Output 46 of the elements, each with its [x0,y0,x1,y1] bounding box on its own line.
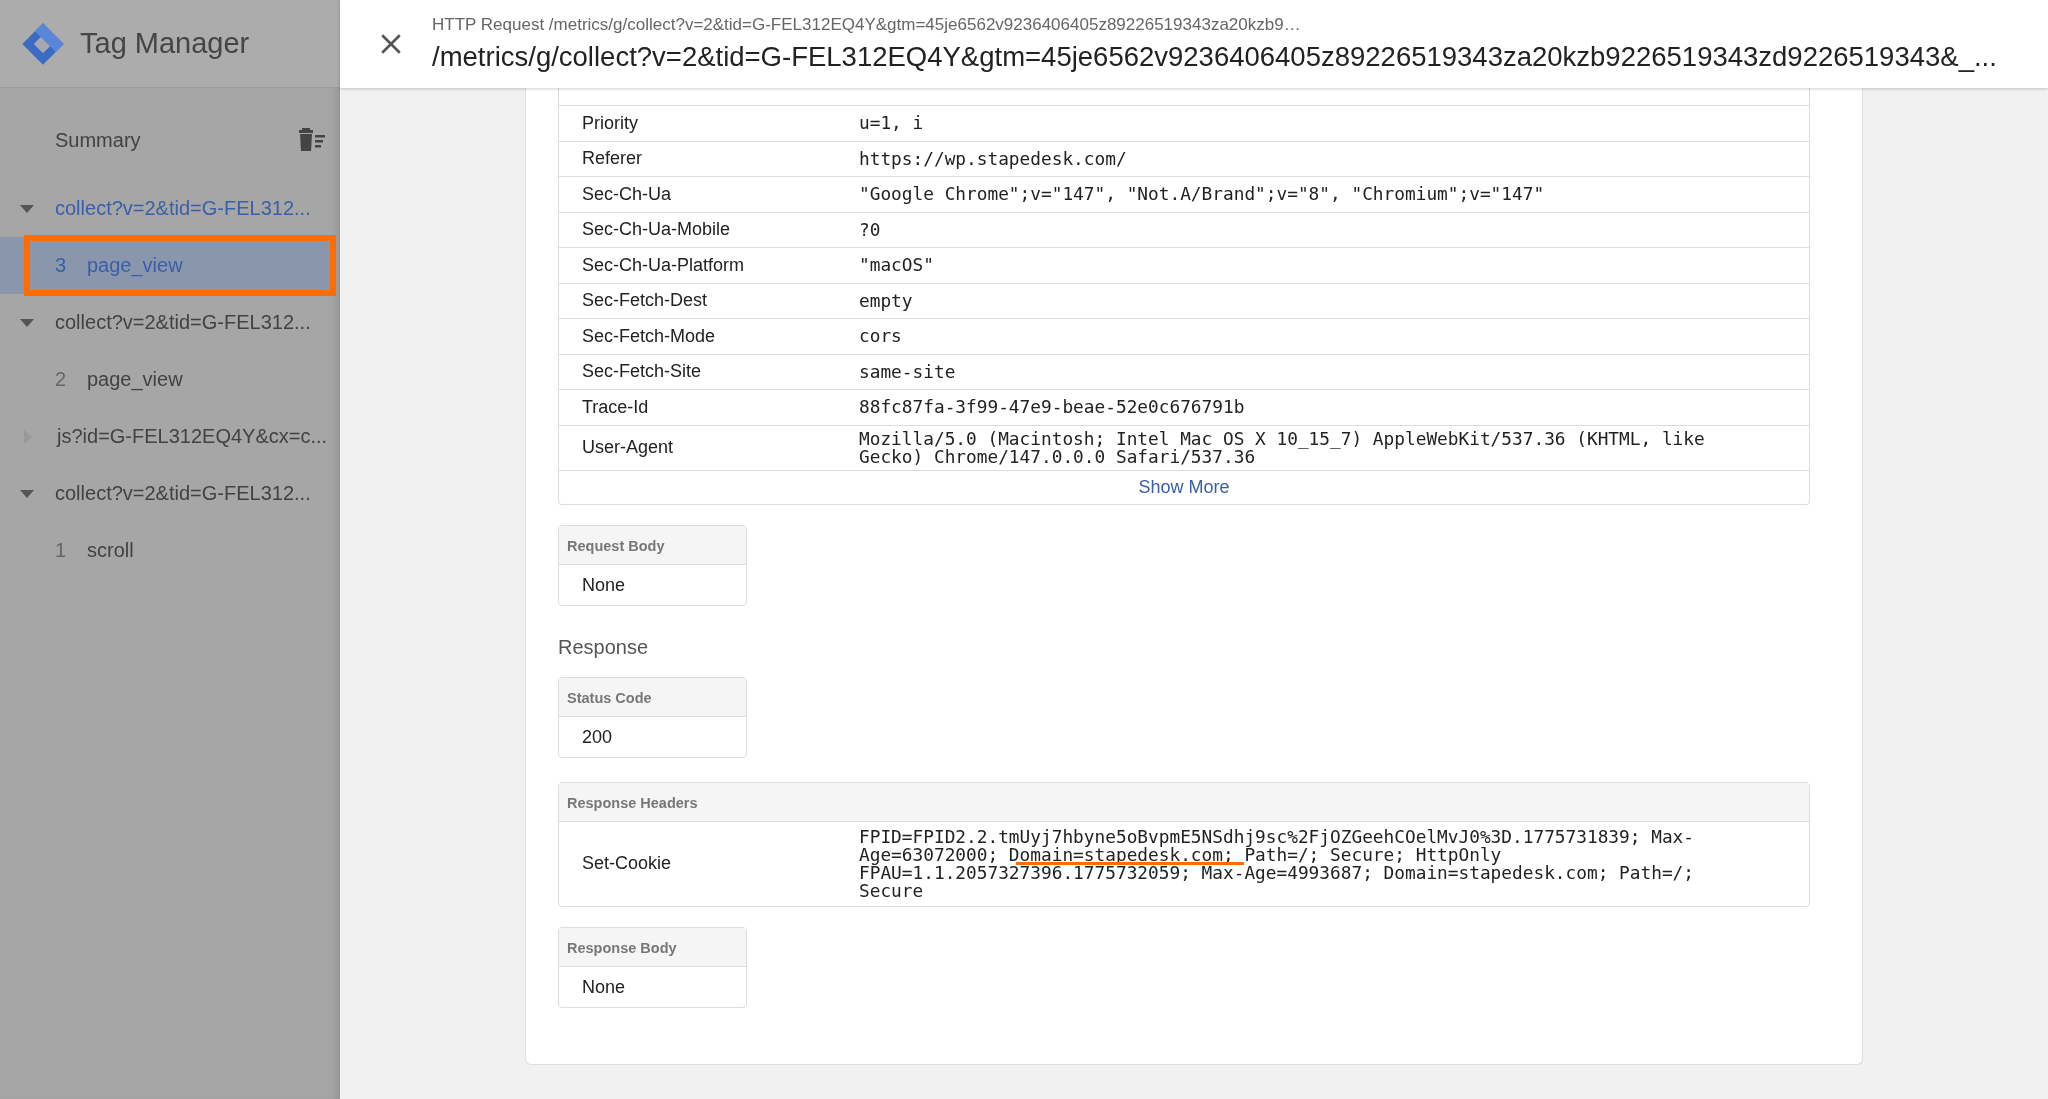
caret-down-icon[interactable] [20,489,34,498]
table-heading: Response Headers [559,782,1809,821]
table-cell-text: Sec-Fetch-Site [581,361,703,383]
table-cell-text: cors [859,324,903,349]
table-cell-text: "Google Chrome";v="147", "Not.A/Brand";v="8", "Chromium";v="147" [859,182,1546,207]
table-cell-text: Sec-Ch-Ua-Platform [581,254,746,276]
card-label: Request Body [559,525,746,565]
summary-link[interactable]: Summary [55,128,141,152]
table-cell-text: Set-Cookie [581,853,673,874]
table-cell-text: "macOS" [859,253,935,278]
card-value: None [581,573,627,597]
event-group[interactable]: collect?v=2&tid=G-FEL312... [0,465,340,522]
dialog-title: /metrics/g/collect?v=2&tid=G-FEL312EQ4Y&gtm=45je6562v9236406405z89226519343za20kzb9226519343zd9226519343&_... [432,41,1997,73]
event-item[interactable]: 2 page_view [0,351,330,408]
card-label: Response Body [559,927,746,967]
caret-down-icon[interactable] [20,318,34,327]
table-cell-text: empty [859,288,914,313]
card-value: 200 [581,725,614,749]
section-heading: Response [558,635,650,659]
card-label: Status Code [559,677,746,717]
close-icon[interactable] [380,33,402,55]
table-cell-text: Trace-Id [581,396,650,418]
table-cell-text: FPID=FPID2.2.tmUyj7hbyne5oBvpmE5NSdhj9sc%2FjOZGeehCOelMvJ0%3D.1775731839; Max-Age=63072000; Domain=stapedesk.com; Path=/; Secure; HttpOnly FPAU=1.1.2057327396.1775732059; Max-Age=4993687; Domain=stapedesk.com; Path=/; Secure [859,824,1695,903]
dialog-subtitle: HTTP Request /metrics/g/collect?v=2&tid=G-FEL312EQ4Y&gtm=45je6562v9236406405z89226519343za20kzb9… [432,15,1302,35]
table-cell-text: u=1, i [859,111,925,136]
caret-down-icon[interactable] [20,204,34,213]
event-item[interactable]: 1 scroll [0,522,330,579]
event-group[interactable]: collect?v=2&tid=G-FEL312... [0,180,340,237]
event-group[interactable]: collect?v=2&tid=G-FEL312... [0,294,340,351]
table-cell-text: Sec-Fetch-Mode [581,325,717,347]
delete-list-icon[interactable] [296,128,326,152]
table-cell-text: 88fc87fa-3f99-47e9-beae-52e0c676791b [859,395,1246,420]
table-cell-text: Sec-Fetch-Dest [581,290,709,312]
show-more-link[interactable]: Show More [1138,476,1230,498]
table-cell-text: User-Agent [581,437,675,458]
event-group[interactable]: js?id=G-FEL312EQ4Y&cx=c... [0,408,340,465]
table-cell-text: ?0 [859,217,882,242]
table-cell-text: Mozilla/5.0 (Macintosh; Intel Mac OS X 10_15_7) AppleWebKit/537.36 (KHTML, like Gecko) Chrome/147.0.0.0 Safari/537.36 [859,426,1706,469]
table-cell-text: same-site [859,359,957,384]
table-cell-text: Referer [581,148,644,170]
card-value: None [581,975,627,999]
app-title: Tag Manager [80,27,250,60]
table-cell-text: Sec-Ch-Ua-Mobile [581,219,732,241]
table-cell-text: Sec-Ch-Ua [581,183,673,205]
table-cell-text: https://wp.stapedesk.com/ [859,146,1128,171]
table-cell-text: Priority [581,112,639,134]
